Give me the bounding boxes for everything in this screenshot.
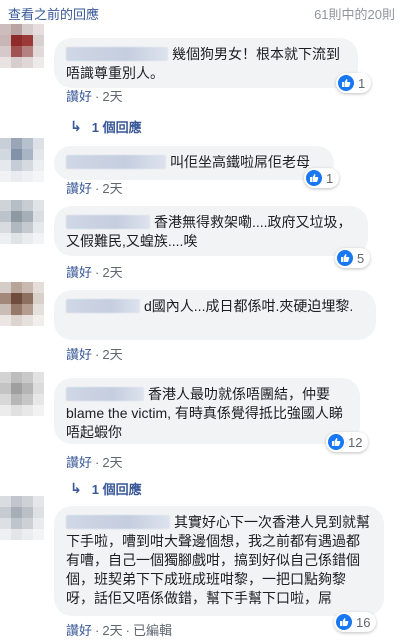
reaction-count[interactable]: 5: [335, 248, 371, 268]
replies-label: 1 個回應: [91, 482, 142, 497]
timestamp[interactable]: 2天: [102, 89, 122, 104]
separator-dot: ·: [95, 455, 100, 470]
like-link[interactable]: 讚好: [66, 265, 92, 280]
comment-actions: 讚好 · 2天 · 已編輯: [66, 620, 172, 639]
avatar[interactable]: [0, 138, 44, 182]
separator-dot: ·: [95, 89, 100, 104]
replies-link[interactable]: ↳ 1 個回應: [70, 479, 142, 498]
comment-actions: 讚好 · 2天: [66, 262, 123, 281]
author-name[interactable]: [66, 515, 170, 529]
like-reaction-icon: [337, 250, 353, 266]
reaction-number: 5: [357, 250, 365, 266]
separator-dot: ·: [95, 181, 100, 196]
comment-bubble: 幾個狗男女！根本就下流到唔識尊重別人。: [54, 38, 358, 88]
reaction-count[interactable]: 12: [326, 432, 369, 452]
timestamp[interactable]: 2天: [102, 265, 122, 280]
avatar[interactable]: [0, 24, 44, 68]
like-link[interactable]: 讚好: [66, 347, 92, 362]
avatar[interactable]: [0, 372, 44, 416]
edited-label[interactable]: 已編輯: [133, 623, 172, 638]
author-name[interactable]: [66, 47, 168, 61]
reaction-count[interactable]: 16: [334, 612, 377, 632]
like-link[interactable]: 讚好: [66, 623, 92, 638]
reply-arrow-icon: ↳: [70, 118, 82, 134]
like-link[interactable]: 讚好: [66, 181, 92, 196]
author-name[interactable]: [66, 299, 140, 313]
comment-count: 61則中的20則: [314, 7, 395, 22]
reaction-number: 12: [348, 434, 363, 450]
comment-bubble: 叫佢坐高鐵啦屌佢老母: [54, 146, 334, 180]
comment-actions: 讚好 · 2天: [66, 452, 123, 471]
avatar[interactable]: [0, 200, 44, 244]
comment-actions: 讚好 · 2天: [66, 86, 123, 105]
replies-label: 1 個回應: [91, 120, 142, 135]
timestamp[interactable]: 2天: [102, 455, 122, 470]
comments-header: 查看之前的回應 61則中的20則: [0, 0, 401, 26]
like-reaction-icon: [336, 614, 352, 630]
reply-arrow-icon: ↳: [70, 480, 82, 496]
separator-dot: ·: [125, 623, 130, 638]
comment-bubble: d國內人...成日都係咁.夾硬迫埋黎.: [54, 290, 376, 340]
comment-actions: 讚好 · 2天: [66, 344, 123, 363]
reaction-count[interactable]: 1: [336, 73, 372, 93]
comment-text: 叫佢坐高鐵啦屌佢老母: [170, 154, 310, 170]
avatar[interactable]: [0, 282, 44, 326]
like-reaction-icon: [338, 75, 354, 91]
comment-bubble: 其實好心下一次香港人見到就幫下手啦，嘈到咁大聲邊個想，我之前都有遇過都有嘈，自己…: [54, 506, 384, 616]
comment-text: d國內人...成日都係咁.夾硬迫埋黎.: [144, 298, 354, 314]
like-reaction-icon: [306, 170, 322, 186]
comment-bubble: 香港無得救架嘞....政府又垃圾，又假難民,又蝗族....唉: [54, 206, 368, 256]
replies-link[interactable]: ↳ 1 個回應: [70, 117, 142, 136]
reaction-number: 16: [356, 614, 371, 630]
reaction-count[interactable]: 1: [304, 168, 340, 188]
like-link[interactable]: 讚好: [66, 89, 92, 104]
author-name[interactable]: [66, 215, 150, 229]
like-link[interactable]: 讚好: [66, 455, 92, 470]
separator-dot: ·: [95, 623, 100, 638]
view-previous-comments-link[interactable]: 查看之前的回應: [8, 4, 99, 23]
reaction-number: 1: [326, 170, 334, 186]
author-name[interactable]: [66, 387, 144, 401]
like-reaction-icon: [328, 434, 344, 450]
comment-bubble: 香港人最叻就係唔團結，仲要 blame the victim, 有時真係覺得抵比…: [54, 378, 360, 444]
avatar[interactable]: [0, 496, 44, 540]
timestamp[interactable]: 2天: [102, 181, 122, 196]
timestamp[interactable]: 2天: [102, 623, 122, 638]
reaction-number: 1: [358, 75, 366, 91]
author-name[interactable]: [66, 155, 166, 169]
timestamp[interactable]: 2天: [102, 347, 122, 362]
separator-dot: ·: [95, 347, 100, 362]
comment-actions: 讚好 · 2天: [66, 178, 123, 197]
separator-dot: ·: [95, 265, 100, 280]
